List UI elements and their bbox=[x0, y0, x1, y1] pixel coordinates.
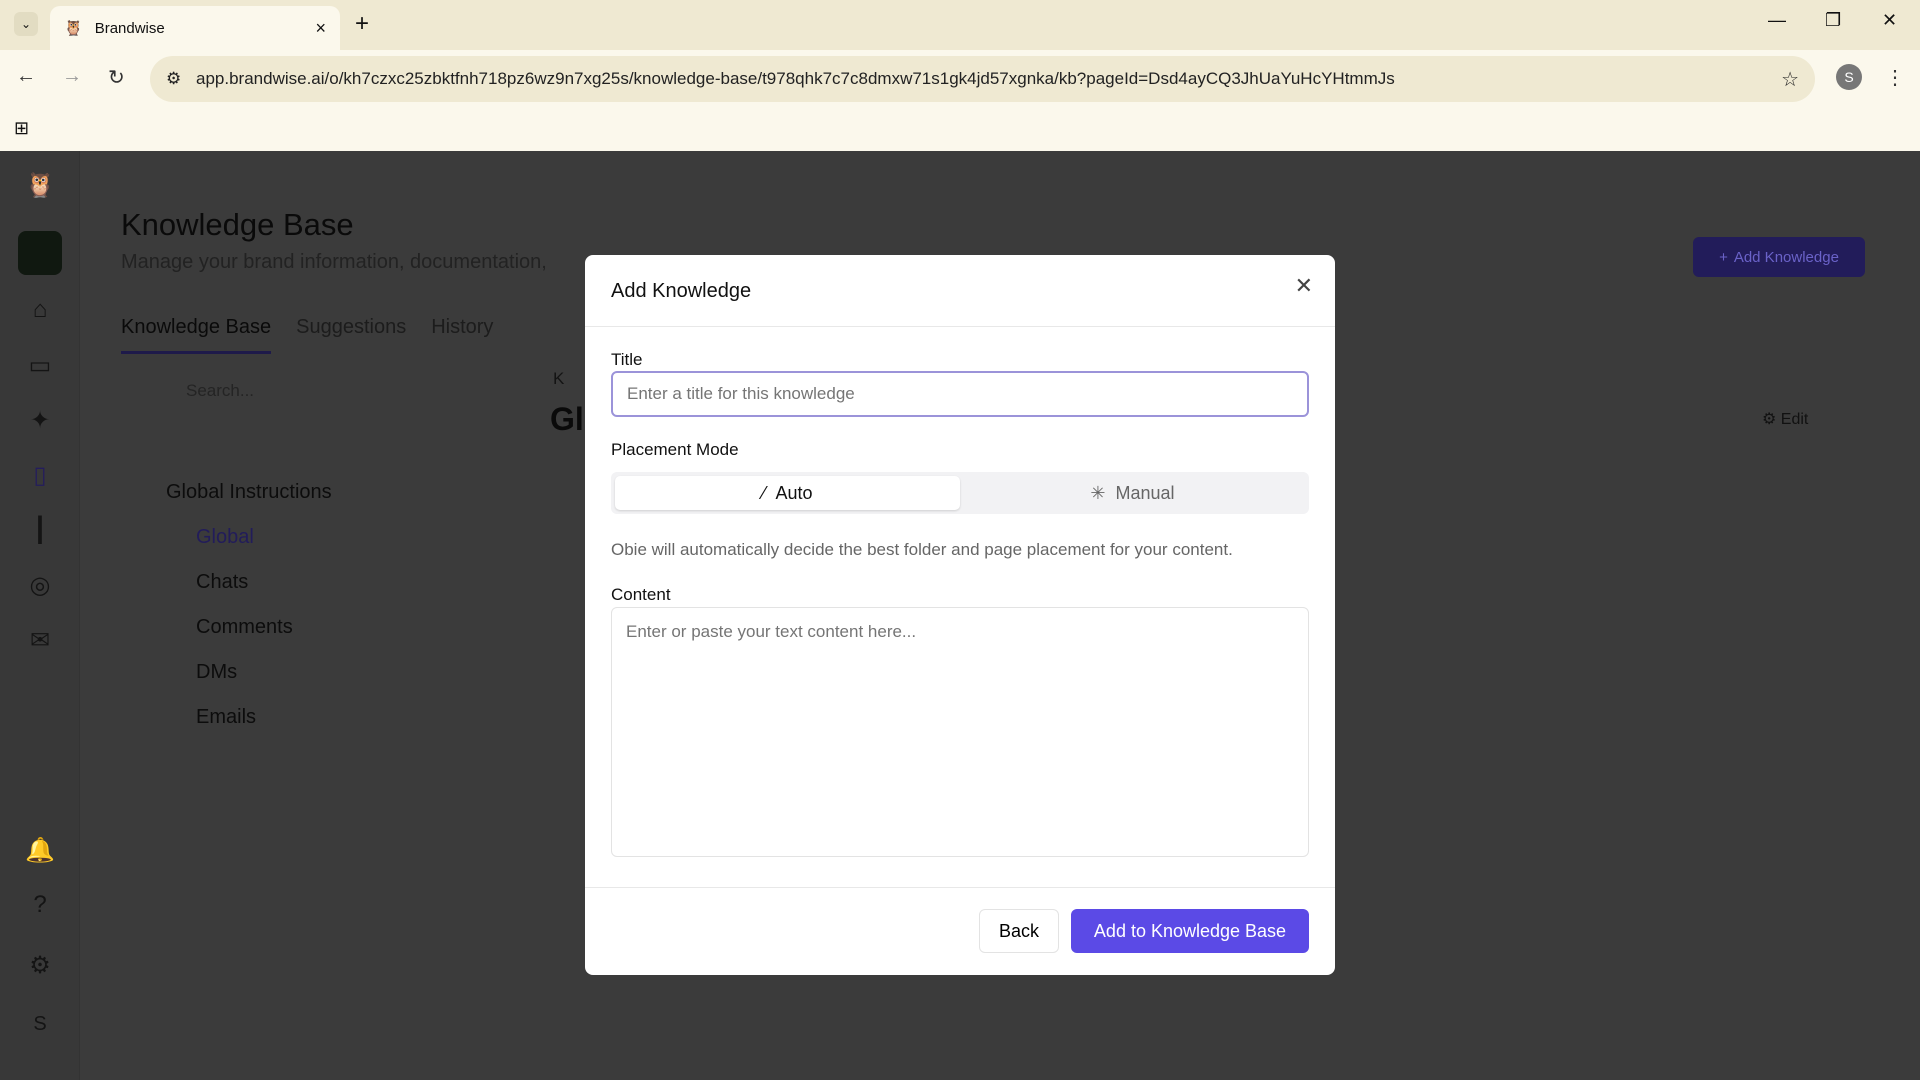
new-tab-button[interactable]: + bbox=[355, 10, 369, 38]
close-window-button[interactable]: ✕ bbox=[1882, 10, 1897, 31]
reload-icon[interactable]: ↻ bbox=[108, 65, 125, 90]
edit-label: Edit bbox=[1781, 411, 1809, 428]
user-avatar[interactable]: S bbox=[24, 1013, 56, 1045]
content-textarea[interactable] bbox=[611, 607, 1309, 857]
analytics-icon[interactable]: ┃ bbox=[24, 516, 56, 548]
home-icon[interactable]: ⌂ bbox=[24, 296, 56, 328]
close-icon[interactable]: ✕ bbox=[1295, 273, 1313, 299]
tab-knowledge-base[interactable]: Knowledge Base bbox=[121, 316, 271, 354]
tab-suggestions[interactable]: Suggestions bbox=[296, 316, 406, 354]
restore-button[interactable]: ❐ bbox=[1825, 10, 1841, 31]
sidebar: 🦉 ⌂ ▭ ✦ ▯ ┃ ◎ ✉ 🔔 ? ⚙ S bbox=[0, 151, 80, 1080]
folder-global-instructions[interactable]: Global Instructions bbox=[140, 481, 332, 526]
placement-mode-toggle: ⁄ Auto ✳ Manual bbox=[611, 472, 1309, 514]
help-icon[interactable]: ? bbox=[24, 891, 56, 923]
site-info-icon[interactable]: ⚙ bbox=[166, 69, 181, 89]
tab-title: Brandwise bbox=[95, 20, 165, 37]
add-knowledge-dialog: Add Knowledge ✕ Title Placement Mode ⁄ Au… bbox=[585, 255, 1335, 975]
tab-history[interactable]: History bbox=[431, 316, 493, 354]
brandwise-favicon-icon: 🦉 bbox=[64, 19, 83, 37]
brand-avatar[interactable] bbox=[18, 231, 62, 275]
url-text: app.brandwise.ai/o/kh7czxc25zbktfnh718pz… bbox=[196, 69, 1395, 89]
magic-wand-icon: ⁄ bbox=[762, 483, 765, 504]
mode-manual-label: Manual bbox=[1116, 483, 1175, 504]
settings-icon[interactable]: ⚙ bbox=[24, 951, 56, 983]
close-tab-icon[interactable]: × bbox=[315, 18, 326, 39]
tree-item[interactable]: Chats bbox=[140, 571, 332, 616]
divider bbox=[585, 887, 1335, 888]
minimize-button[interactable]: — bbox=[1768, 10, 1786, 31]
browser-tab-strip: ⌄ 🦉 Brandwise × + — ❐ ✕ bbox=[0, 0, 1920, 50]
sparkles-icon[interactable]: ✦ bbox=[24, 406, 56, 438]
bell-icon[interactable]: 🔔 bbox=[24, 836, 56, 868]
book-icon[interactable]: ▯ bbox=[24, 461, 56, 493]
apps-grid-icon[interactable]: ⊞ bbox=[14, 118, 29, 139]
campaign-icon[interactable]: ✉ bbox=[24, 626, 56, 658]
address-bar[interactable]: ⚙ app.brandwise.ai/o/kh7czxc25zbktfnh718… bbox=[150, 56, 1815, 102]
tab-search-button[interactable]: ⌄ bbox=[14, 12, 38, 36]
mode-manual-button[interactable]: ✳ Manual bbox=[960, 476, 1305, 510]
add-knowledge-label: Add Knowledge bbox=[1734, 249, 1839, 266]
breadcrumb[interactable]: K bbox=[553, 369, 564, 389]
tree-item[interactable]: Global bbox=[140, 526, 332, 571]
placement-description: Obie will automatically decide the best … bbox=[611, 540, 1233, 560]
back-button[interactable]: Back bbox=[979, 909, 1059, 953]
search-input[interactable]: Search... bbox=[140, 369, 495, 413]
pointer-click-icon: ✳ bbox=[1090, 483, 1105, 504]
title-input[interactable] bbox=[611, 371, 1309, 417]
tree-item[interactable]: DMs bbox=[140, 661, 332, 706]
page-subtitle: Manage your brand information, documenta… bbox=[121, 251, 547, 274]
browser-menu-icon[interactable]: ⋮ bbox=[1885, 65, 1905, 90]
page-heading: Gl bbox=[550, 401, 584, 438]
dialog-title: Add Knowledge bbox=[611, 280, 751, 303]
knowledge-tree: Global Instructions Global Chats Comment… bbox=[140, 481, 332, 751]
page-tabs: Knowledge Base Suggestions History bbox=[121, 316, 493, 354]
title-label: Title bbox=[611, 350, 643, 370]
placement-mode-label: Placement Mode bbox=[611, 440, 739, 460]
add-knowledge-button[interactable]: + Add Knowledge bbox=[1693, 237, 1865, 277]
target-icon[interactable]: ◎ bbox=[24, 571, 56, 603]
forward-icon[interactable]: → bbox=[62, 65, 82, 88]
inbox-icon[interactable]: ▭ bbox=[24, 351, 56, 383]
plus-icon: + bbox=[1719, 249, 1728, 266]
browser-tab[interactable]: 🦉 Brandwise × bbox=[50, 6, 340, 50]
mode-auto-button[interactable]: ⁄ Auto bbox=[615, 476, 960, 510]
edit-button[interactable]: ⚙ Edit bbox=[1762, 409, 1808, 429]
tree-item[interactable]: Emails bbox=[140, 706, 332, 751]
mode-auto-label: Auto bbox=[775, 483, 812, 504]
address-bar-row: ← → ↻ ⚙ app.brandwise.ai/o/kh7czxc25zbkt… bbox=[0, 50, 1920, 108]
page-title: Knowledge Base bbox=[121, 207, 354, 243]
divider bbox=[585, 326, 1335, 327]
bookmarks-bar: ⊞ bbox=[0, 108, 1920, 151]
back-icon[interactable]: ← bbox=[16, 65, 36, 88]
bookmark-star-icon[interactable]: ☆ bbox=[1781, 67, 1799, 92]
owl-logo-icon: 🦉 bbox=[24, 171, 56, 203]
profile-avatar[interactable]: S bbox=[1836, 64, 1862, 90]
tree-item[interactable]: Comments bbox=[140, 616, 332, 661]
content-label: Content bbox=[611, 585, 671, 605]
add-to-knowledge-base-button[interactable]: Add to Knowledge Base bbox=[1071, 909, 1309, 953]
